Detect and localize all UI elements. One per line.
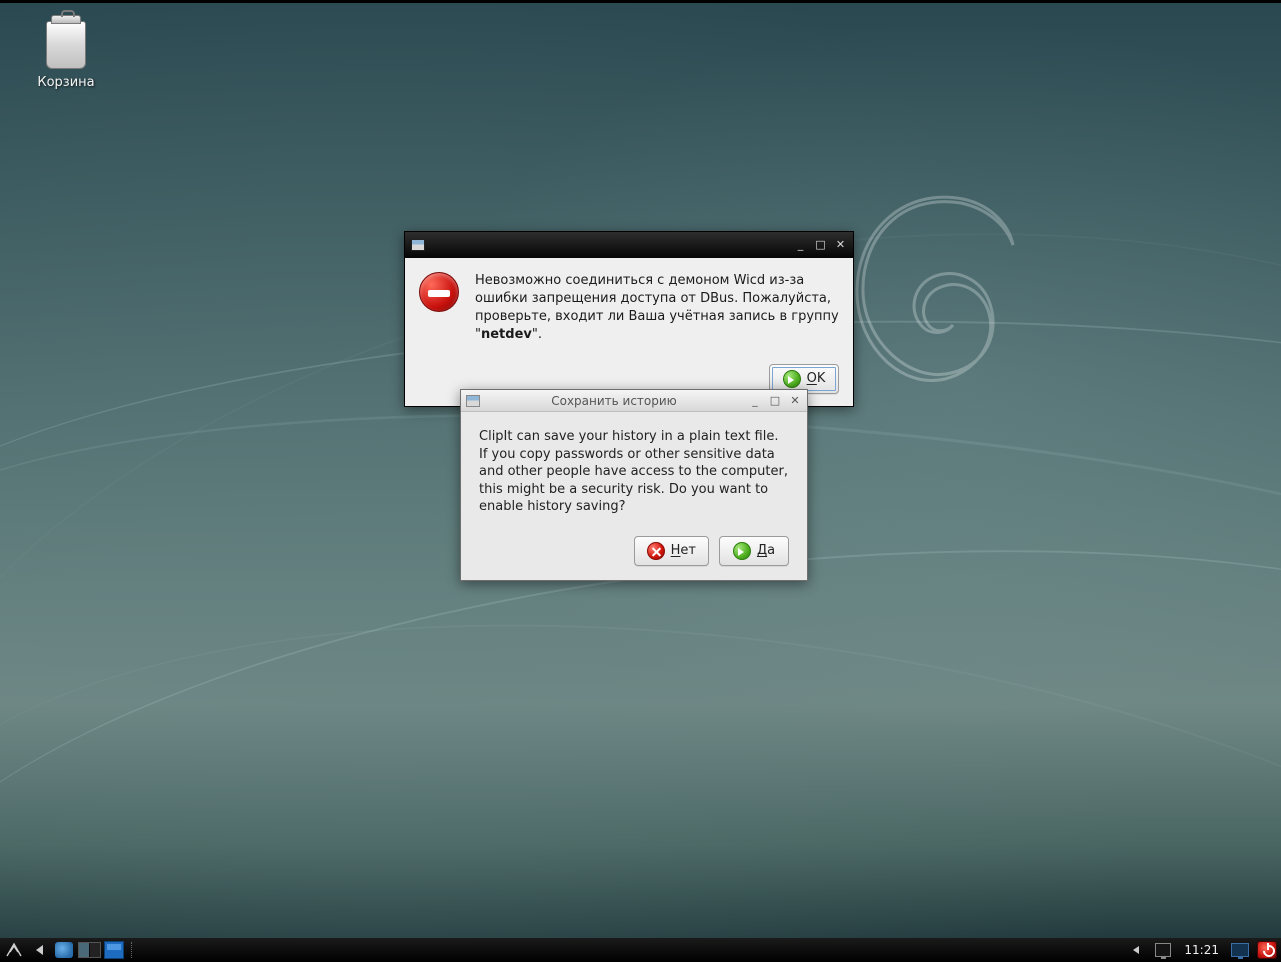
wicd-titlebar[interactable]: _ □ ✕ bbox=[405, 232, 853, 258]
trash-label: Корзина bbox=[28, 75, 104, 90]
minimize-button[interactable]: _ bbox=[748, 394, 762, 408]
window-app-icon bbox=[411, 239, 425, 251]
clipit-dialog: Сохранить историю _ □ ✕ ClipIt can save … bbox=[460, 389, 808, 581]
clipit-titlebar[interactable]: Сохранить историю _ □ ✕ bbox=[461, 390, 807, 412]
cancel-icon bbox=[647, 542, 665, 560]
minimize-button[interactable]: _ bbox=[794, 239, 807, 252]
tray-expand-button[interactable] bbox=[1126, 941, 1146, 959]
debian-swirl-icon bbox=[841, 183, 1021, 403]
taskbar: 11:21 bbox=[0, 938, 1281, 962]
yes-mnemonic: Д bbox=[757, 543, 767, 558]
trash-desktop-icon[interactable]: Корзина bbox=[28, 21, 104, 90]
close-button[interactable]: ✕ bbox=[834, 239, 847, 252]
maximize-button[interactable]: □ bbox=[814, 239, 827, 252]
apply-icon bbox=[733, 542, 751, 560]
desktop[interactable]: Корзина _ □ ✕ Невозможно соединиться с д… bbox=[0, 3, 1281, 938]
ok-mnemonic: O bbox=[807, 371, 817, 386]
power-button[interactable] bbox=[1257, 941, 1277, 959]
file-manager-launcher[interactable] bbox=[54, 941, 74, 959]
maximize-button[interactable]: □ bbox=[768, 394, 782, 408]
taskbar-window-button[interactable] bbox=[104, 941, 124, 959]
close-button[interactable]: ✕ bbox=[788, 394, 802, 408]
no-button[interactable]: Нет bbox=[634, 536, 709, 566]
app-menu-button[interactable] bbox=[4, 941, 24, 959]
no-mnemonic: Н bbox=[671, 543, 681, 558]
workspace-1[interactable] bbox=[79, 943, 89, 957]
clipit-message: ClipIt can save your history in a plain … bbox=[479, 428, 789, 516]
display-tray-icon[interactable] bbox=[1230, 941, 1250, 959]
window-app-icon bbox=[466, 395, 480, 407]
taskbar-divider bbox=[131, 942, 135, 958]
clipit-title: Сохранить историю bbox=[480, 394, 748, 408]
yes-button[interactable]: Да bbox=[719, 536, 789, 566]
clock[interactable]: 11:21 bbox=[1180, 943, 1223, 957]
clipit-body: ClipIt can save your history in a plain … bbox=[461, 412, 807, 580]
show-desktop-button[interactable] bbox=[29, 941, 49, 959]
workspace-pager[interactable] bbox=[79, 941, 99, 959]
wicd-body: Невозможно соединиться с демоном Wicd из… bbox=[405, 258, 853, 406]
ok-icon bbox=[783, 370, 801, 388]
workspace-2[interactable] bbox=[90, 943, 100, 957]
network-tray-icon[interactable] bbox=[1153, 941, 1173, 959]
error-icon bbox=[419, 272, 459, 312]
wicd-error-message: Невозможно соединиться с демоном Wicd из… bbox=[475, 272, 839, 344]
trash-icon bbox=[46, 21, 86, 69]
wicd-error-dialog: _ □ ✕ Невозможно соединиться с демоном W… bbox=[404, 231, 854, 407]
